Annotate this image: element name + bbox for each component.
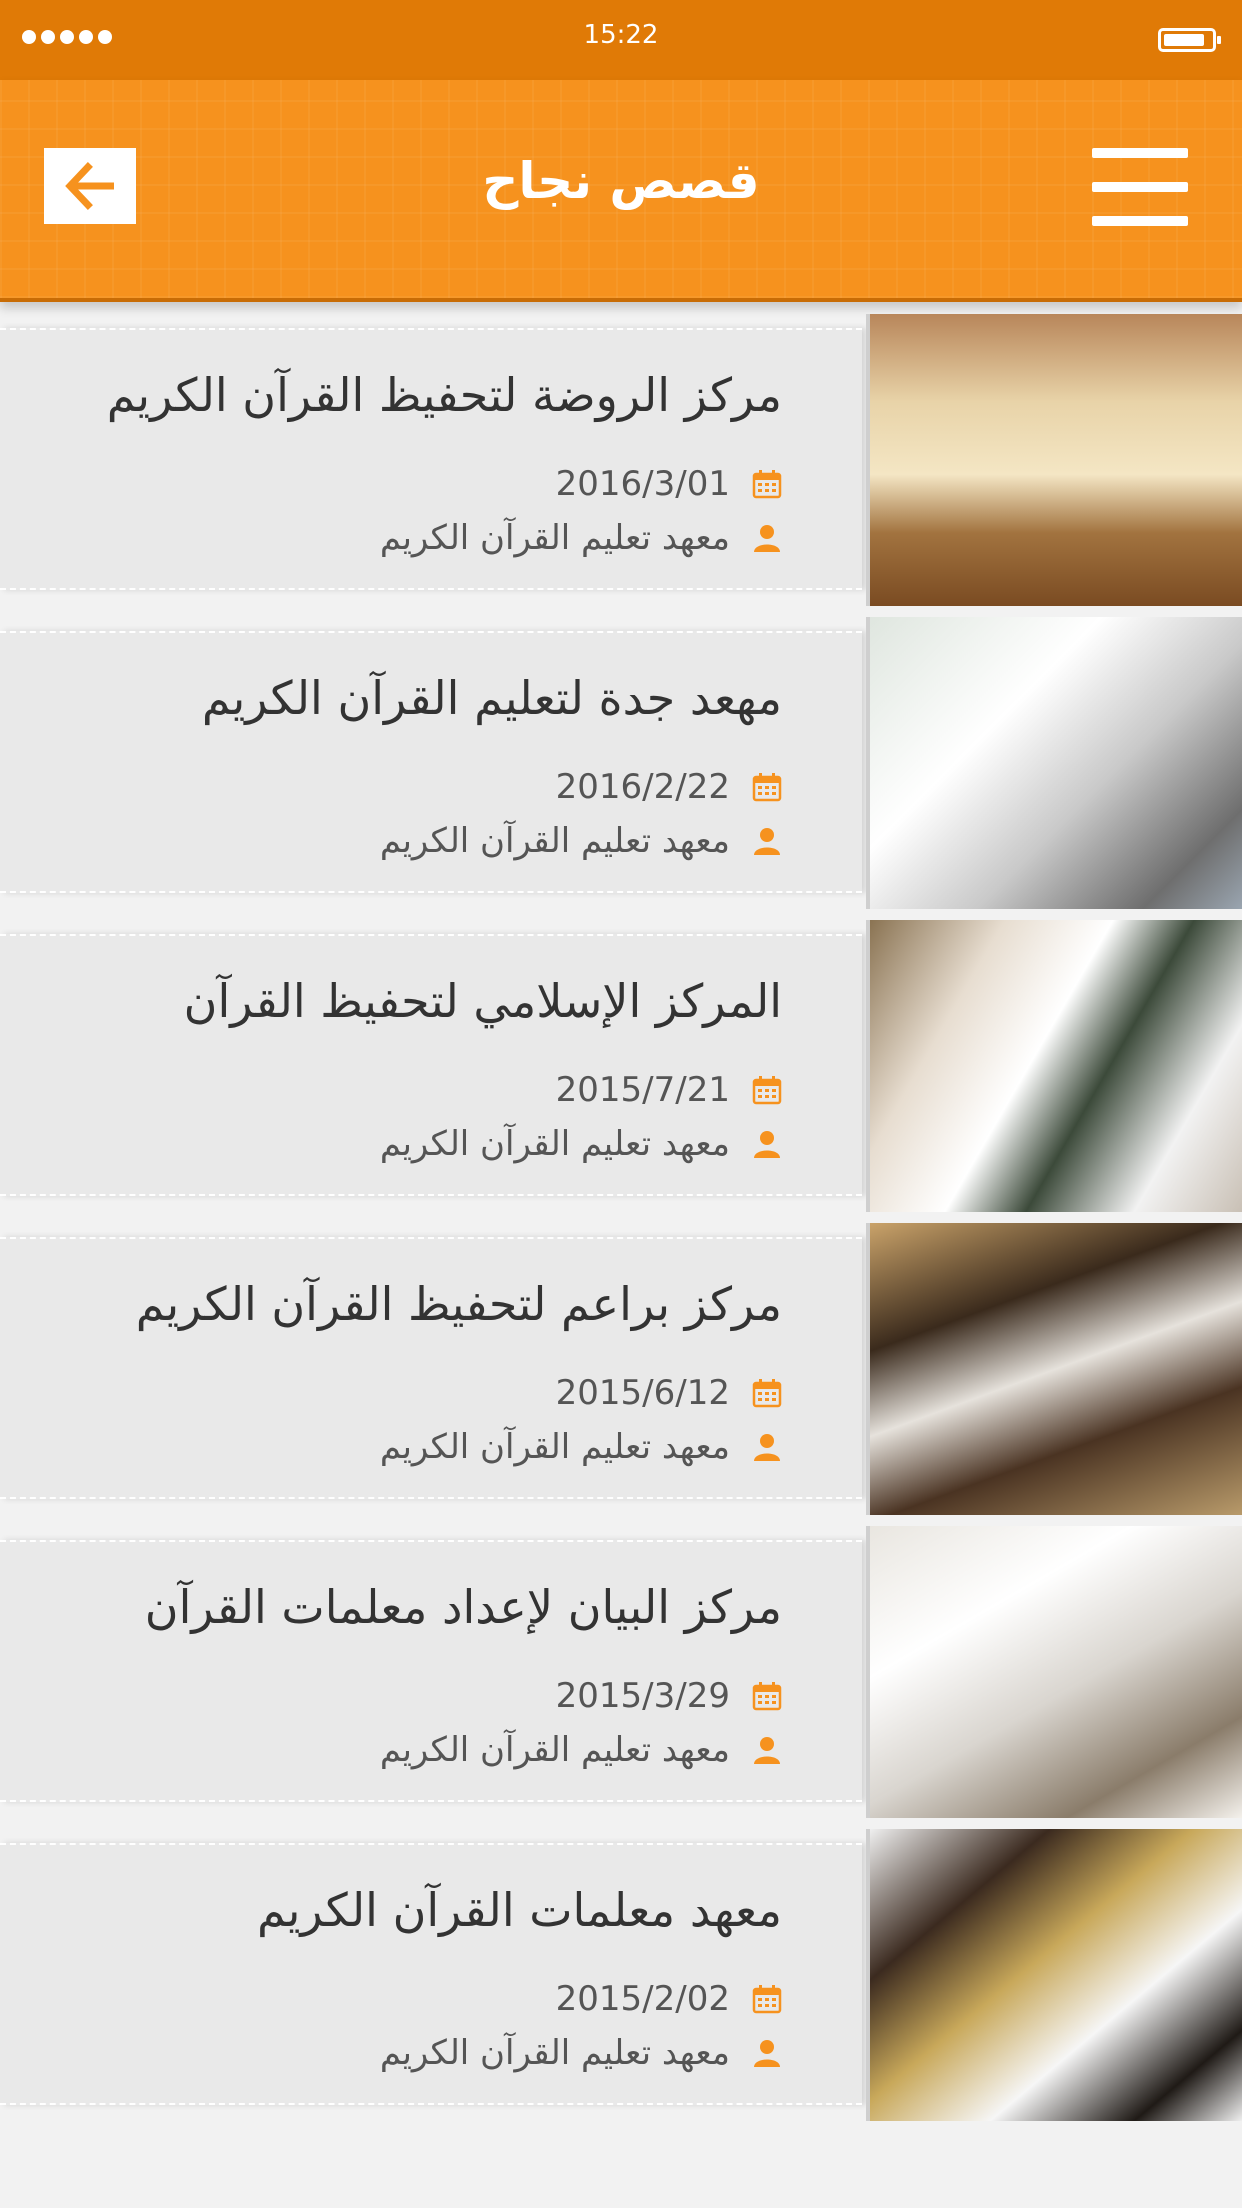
story-card[interactable]: المركز الإسلامي لتحفيظ القرآن 2015/7/21 … <box>0 920 1242 1212</box>
status-time: 15:22 <box>583 20 659 50</box>
story-title[interactable]: مركز الروضة لتحفيظ القرآن الكريم <box>22 368 782 422</box>
calendar-icon <box>752 1378 782 1408</box>
story-date: 2016/3/01 <box>555 464 730 504</box>
story-date: 2016/2/22 <box>555 767 730 807</box>
story-card-body: مركز براعم لتحفيظ القرآن الكريم 2015/6/1… <box>0 1237 862 1499</box>
story-card[interactable]: مركز براعم لتحفيظ القرآن الكريم 2015/6/1… <box>0 1223 1242 1515</box>
story-title[interactable]: المركز الإسلامي لتحفيظ القرآن <box>22 974 782 1028</box>
hamburger-menu-icon[interactable] <box>1092 148 1188 226</box>
story-author: معهد تعليم القرآن الكريم <box>379 1427 730 1467</box>
calendar-icon <box>752 1984 782 2014</box>
story-date-row: 2016/3/01 <box>82 464 782 504</box>
story-title[interactable]: مركز البيان لإعداد معلمات القرآن <box>22 1580 782 1634</box>
story-date-row: 2015/6/12 <box>82 1373 782 1413</box>
story-date-row: 2015/2/02 <box>82 1979 782 2019</box>
story-author-row: معهد تعليم القرآن الكريم <box>82 2033 782 2073</box>
user-icon <box>754 2040 780 2067</box>
story-date: 2015/2/02 <box>555 1979 730 2019</box>
calendar-icon <box>752 469 782 499</box>
user-icon <box>754 525 780 552</box>
user-icon <box>754 1737 780 1764</box>
user-icon <box>754 1131 780 1158</box>
story-date: 2015/3/29 <box>555 1676 730 1716</box>
story-date-row: 2015/7/21 <box>82 1070 782 1110</box>
story-author: معهد تعليم القرآن الكريم <box>379 821 730 861</box>
story-author: معهد تعليم القرآن الكريم <box>379 1124 730 1164</box>
calendar-icon <box>752 1681 782 1711</box>
story-card-body: مركز البيان لإعداد معلمات القرآن 2015/3/… <box>0 1540 862 1802</box>
story-author-row: معهد تعليم القرآن الكريم <box>82 1427 782 1467</box>
story-photo[interactable] <box>866 1526 1242 1818</box>
story-author-row: معهد تعليم القرآن الكريم <box>82 518 782 558</box>
story-title[interactable]: مهعد جدة لتعليم القرآن الكريم <box>22 671 782 725</box>
story-date: 2015/7/21 <box>555 1070 730 1110</box>
story-date-row: 2015/3/29 <box>82 1676 782 1716</box>
story-author: معهد تعليم القرآن الكريم <box>379 518 730 558</box>
story-card[interactable]: مركز الروضة لتحفيظ القرآن الكريم 2016/3/… <box>0 314 1242 606</box>
story-card-body: المركز الإسلامي لتحفيظ القرآن 2015/7/21 … <box>0 934 862 1196</box>
story-title[interactable]: معهد معلمات القرآن الكريم <box>22 1883 782 1937</box>
story-photo[interactable] <box>866 617 1242 909</box>
story-author: معهد تعليم القرآن الكريم <box>379 1730 730 1770</box>
story-card[interactable]: معهد معلمات القرآن الكريم 2015/2/02 معهد… <box>0 1829 1242 2121</box>
story-title[interactable]: مركز براعم لتحفيظ القرآن الكريم <box>22 1277 782 1331</box>
story-photo[interactable] <box>866 1829 1242 2121</box>
story-date-row: 2016/2/22 <box>82 767 782 807</box>
story-card[interactable]: مهعد جدة لتعليم القرآن الكريم 2016/2/22 … <box>0 617 1242 909</box>
calendar-icon <box>752 772 782 802</box>
story-photo[interactable] <box>866 1223 1242 1515</box>
user-icon <box>754 1434 780 1461</box>
story-author-row: معهد تعليم القرآن الكريم <box>82 1124 782 1164</box>
battery-icon <box>1158 28 1221 52</box>
story-date: 2015/6/12 <box>555 1373 730 1413</box>
user-icon <box>754 828 780 855</box>
story-card-body: مركز الروضة لتحفيظ القرآن الكريم 2016/3/… <box>0 328 862 590</box>
status-bar: 15:22 <box>0 0 1242 80</box>
story-photo[interactable] <box>866 920 1242 1212</box>
story-card[interactable]: مركز البيان لإعداد معلمات القرآن 2015/3/… <box>0 1526 1242 1818</box>
story-card-body: معهد معلمات القرآن الكريم 2015/2/02 معهد… <box>0 1843 862 2105</box>
page-title: قصص نجاح <box>482 152 760 210</box>
story-photo[interactable] <box>866 314 1242 606</box>
story-author-row: معهد تعليم القرآن الكريم <box>82 821 782 861</box>
calendar-icon <box>752 1075 782 1105</box>
app-header: قصص نجاح <box>0 80 1242 302</box>
story-author: معهد تعليم القرآن الكريم <box>379 2033 730 2073</box>
story-author-row: معهد تعليم القرآن الكريم <box>82 1730 782 1770</box>
story-card-body: مهعد جدة لتعليم القرآن الكريم 2016/2/22 … <box>0 631 862 893</box>
